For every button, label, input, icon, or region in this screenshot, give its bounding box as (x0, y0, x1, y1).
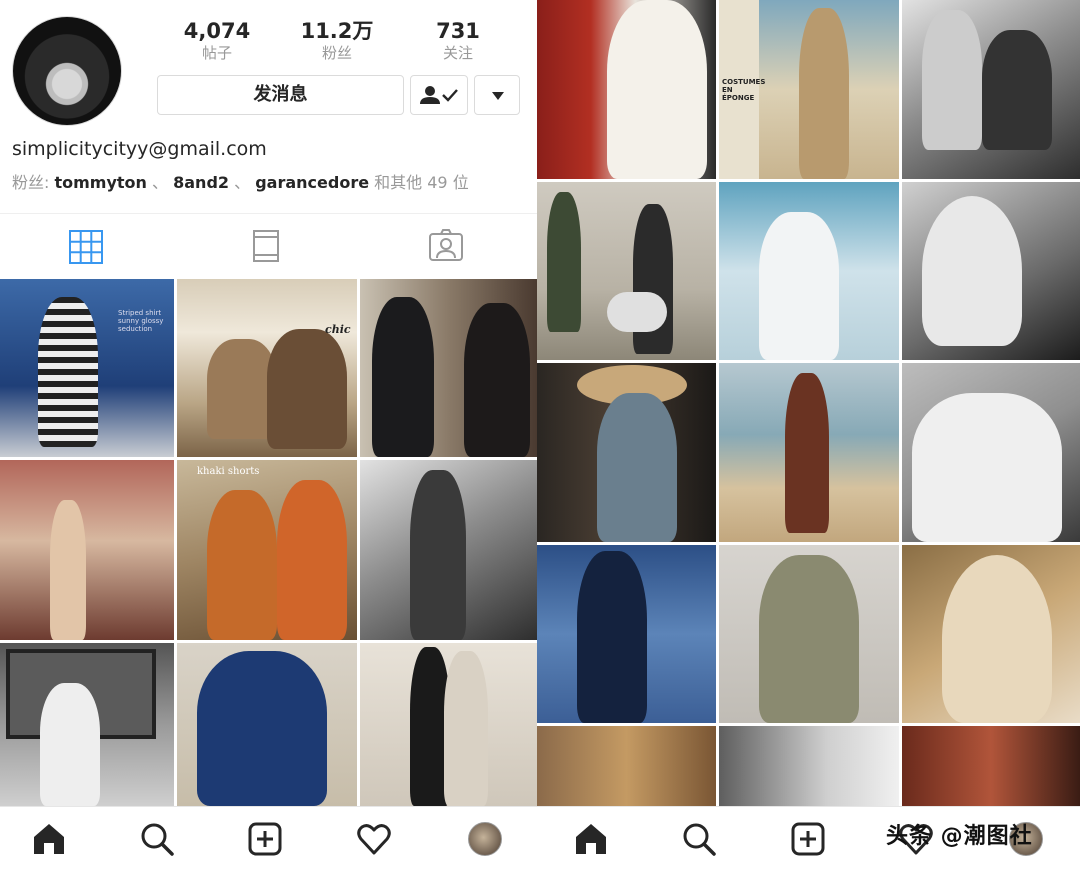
photo-tile[interactable]: khaki shorts (177, 460, 357, 640)
posts-count: 4,074 (183, 19, 251, 43)
photo-tile[interactable] (902, 726, 1080, 806)
photo-tile[interactable]: chic (177, 279, 357, 457)
nav-add[interactable] (788, 819, 828, 859)
search-icon (141, 823, 174, 856)
followers-label: 粉丝 (321, 44, 352, 62)
photo-tile[interactable] (719, 545, 899, 723)
photo-tile[interactable] (719, 182, 899, 360)
grid-icon (69, 230, 103, 264)
separator: 、 (229, 173, 256, 192)
suggestions-dropdown-button[interactable] (474, 75, 520, 115)
posts-stat[interactable]: 4,074 帖子 (157, 18, 277, 62)
photo-tile[interactable]: Striped shirt sunny glossy seduction (0, 279, 174, 457)
following-count: 731 (436, 19, 480, 43)
photo-tile[interactable]: COSTUMES EN ÉPONGE (719, 0, 899, 179)
photo-tile[interactable] (537, 0, 716, 179)
followers-count: 11.2万 (300, 19, 374, 43)
following-label: 关注 (442, 44, 473, 62)
followed-by-line: 粉丝: tommyton 、 8and2 、 garancedore 和其他 4… (12, 169, 469, 193)
photo-caption-text: COSTUMES EN ÉPONGE (722, 78, 766, 102)
profile-tabs (0, 213, 537, 279)
following-toggle-button[interactable] (410, 75, 468, 115)
photo-tile[interactable] (360, 279, 537, 457)
profile-avatar-icon (468, 822, 502, 856)
heart-icon (357, 824, 391, 855)
profile-panel: 4,074 帖子 11.2万 粉丝 731 关注 发消息 simplicityc… (0, 0, 537, 806)
photo-tile[interactable] (719, 726, 899, 806)
feed-icon (253, 230, 279, 262)
separator: 、 (146, 173, 174, 192)
follower-link[interactable]: 8and2 (173, 173, 229, 192)
tab-grid[interactable] (66, 228, 106, 266)
photo-tile[interactable] (0, 460, 174, 640)
nav-search[interactable] (679, 819, 719, 859)
photo-tile[interactable] (177, 643, 357, 806)
posts-label: 帖子 (201, 44, 232, 62)
photo-tile[interactable] (360, 460, 537, 640)
nav-add[interactable] (245, 819, 285, 859)
profile-email[interactable]: simplicitycityy@gmail.com (12, 138, 267, 160)
photo-tile[interactable] (537, 182, 716, 360)
following-stat[interactable]: 731 关注 (398, 18, 518, 62)
photo-tile[interactable] (902, 0, 1080, 179)
photo-tile[interactable] (537, 363, 716, 542)
person-check-icon (420, 86, 458, 104)
photo-grid: Striped shirt sunny glossy seduction chi… (0, 279, 537, 806)
nav-search[interactable] (137, 819, 177, 859)
photo-tile[interactable] (719, 363, 899, 542)
home-icon (576, 824, 606, 854)
photo-tile[interactable] (360, 643, 537, 806)
tab-tagged[interactable] (426, 228, 466, 266)
nav-activity[interactable] (354, 819, 394, 859)
followers-stat[interactable]: 11.2万 粉丝 (277, 18, 397, 62)
photo-tile[interactable] (902, 545, 1080, 723)
nav-profile[interactable] (465, 819, 505, 859)
caret-down-icon (492, 92, 504, 100)
followed-by-prefix: 粉丝: (12, 173, 55, 192)
search-icon (683, 823, 716, 856)
follower-link[interactable]: tommyton (54, 173, 146, 192)
photo-tile[interactable] (902, 182, 1080, 360)
photo-grid-right: COSTUMES EN ÉPONGE (537, 0, 1080, 806)
profile-avatar[interactable] (12, 16, 122, 126)
add-icon (248, 822, 282, 856)
nav-home[interactable] (29, 819, 69, 859)
message-button[interactable]: 发消息 (157, 75, 404, 115)
photo-tile[interactable] (537, 545, 716, 723)
photo-tile[interactable] (537, 726, 716, 806)
photo-tile[interactable] (0, 643, 174, 806)
follower-link[interactable]: garancedore (255, 173, 369, 192)
add-icon (791, 822, 825, 856)
photo-caption-text: chic (325, 323, 351, 336)
tagged-icon (429, 229, 463, 261)
photo-tile[interactable] (902, 363, 1080, 542)
photo-caption-text: Striped shirt sunny glossy seduction (118, 309, 164, 333)
tab-feed[interactable] (246, 228, 286, 266)
watermark-text: 头条 @潮图社 (886, 824, 1033, 849)
followed-by-suffix: 和其他 49 位 (369, 173, 469, 192)
home-icon (34, 824, 64, 854)
nav-home[interactable] (571, 819, 611, 859)
photo-caption-text: khaki shorts (197, 466, 260, 477)
